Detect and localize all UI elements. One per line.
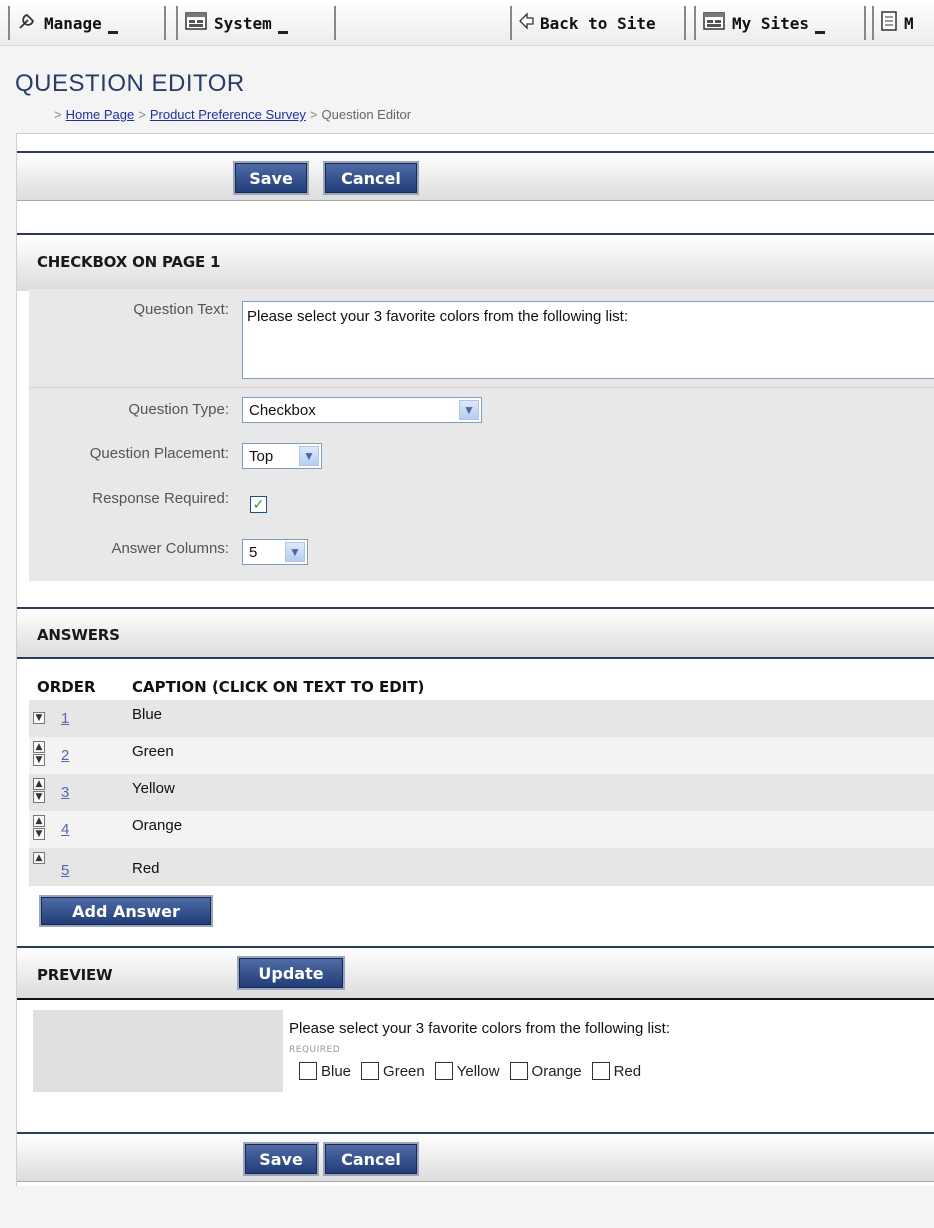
answer-caption[interactable]: Red: [132, 860, 160, 877]
checkbox-icon: [509, 1062, 528, 1080]
answer-caption[interactable]: Green: [132, 743, 174, 760]
chevron-down-icon: ▼: [299, 446, 319, 466]
editor-panel: Save Cancel CHECKBOX ON PAGE 1 Question …: [16, 133, 934, 1186]
add-answer-button[interactable]: Add Answer: [39, 895, 213, 927]
response-required-label: Response Required:: [92, 490, 229, 507]
move-up-icon[interactable]: ▲: [33, 852, 45, 864]
preview-option[interactable]: Green: [361, 1062, 425, 1080]
question-placement-select[interactable]: Top ▼: [242, 443, 322, 469]
preview-option[interactable]: Yellow: [434, 1062, 500, 1080]
cancel-button[interactable]: Cancel: [323, 161, 419, 195]
answer-columns-select[interactable]: 5 ▼: [242, 539, 308, 565]
order-link[interactable]: 3: [61, 784, 69, 801]
answer-caption[interactable]: Orange: [132, 817, 182, 834]
question-text-label: Question Text:: [133, 301, 229, 318]
checkbox-icon: [434, 1062, 453, 1080]
wrench-icon: [16, 10, 38, 36]
answer-caption[interactable]: Yellow: [132, 780, 175, 797]
checkbox-icon: [591, 1062, 610, 1080]
more-menu[interactable]: M: [872, 6, 934, 40]
system-menu[interactable]: System: [176, 6, 336, 40]
move-up-icon[interactable]: ▲: [33, 741, 45, 753]
question-text-input[interactable]: Please select your 3 favorite colors fro…: [242, 301, 934, 379]
breadcrumb: > Home Page > Product Preference Survey > Que…: [54, 107, 412, 122]
chevron-down-icon: [815, 24, 826, 34]
chevron-down-icon: ▼: [459, 400, 479, 420]
question-type-label: Question Type:: [128, 401, 229, 418]
breadcrumb-current: Question Editor: [321, 107, 412, 122]
preview-section-header: PREVIEW Update: [17, 946, 934, 1000]
preview-option[interactable]: Blue: [299, 1062, 351, 1080]
chevron-down-icon: ▼: [285, 542, 305, 562]
save-button[interactable]: Save: [243, 1142, 319, 1176]
order-link[interactable]: 2: [61, 747, 69, 764]
top-toolbar: Manage System Back to Site My Sites M: [0, 0, 934, 46]
column-header-caption: CAPTION (CLICK ON TEXT TO EDIT): [132, 678, 425, 696]
table-row: ▲ ▼ 2 Green: [29, 737, 934, 774]
my-sites-menu[interactable]: My Sites: [694, 6, 866, 40]
order-link[interactable]: 5: [61, 862, 69, 879]
divider: [29, 387, 934, 388]
preview-options: Blue Green Yellow Orange Red: [299, 1062, 651, 1080]
back-arrow-icon: [518, 12, 534, 34]
back-to-site-button[interactable]: Back to Site: [510, 6, 686, 40]
preview-area: Please select your 3 favorite colors fro…: [33, 1010, 934, 1092]
move-down-icon[interactable]: ▼: [33, 791, 45, 803]
preview-question: Please select your 3 favorite colors fro…: [289, 1020, 670, 1037]
cancel-button[interactable]: Cancel: [323, 1142, 419, 1176]
question-type-select[interactable]: Checkbox ▼: [242, 397, 482, 423]
top-action-bar: Save Cancel: [17, 151, 934, 201]
chevron-down-icon: [277, 24, 288, 34]
response-required-checkbox[interactable]: ✓: [250, 496, 267, 513]
move-down-icon[interactable]: ▼: [33, 828, 45, 840]
table-row: ▲ 5 Red: [29, 848, 934, 886]
answers-section-header: ANSWERS: [17, 607, 934, 659]
preview-content: Please select your 3 favorite colors fro…: [283, 1010, 934, 1092]
answer-columns-label: Answer Columns:: [111, 540, 229, 557]
page-icon: [880, 10, 898, 36]
window-icon: [184, 10, 208, 36]
save-button[interactable]: Save: [233, 161, 309, 195]
checkbox-icon: [361, 1062, 380, 1080]
move-down-icon[interactable]: ▼: [33, 712, 45, 724]
bottom-action-bar: Save Cancel: [17, 1132, 934, 1182]
update-button[interactable]: Update: [237, 956, 345, 990]
question-form: Question Text: Please select your 3 favo…: [29, 289, 934, 581]
move-up-icon[interactable]: ▲: [33, 778, 45, 790]
order-link[interactable]: 4: [61, 821, 69, 838]
order-link[interactable]: 1: [61, 710, 69, 727]
answers-table-header: ORDER CAPTION (CLICK ON TEXT TO EDIT): [29, 674, 934, 700]
table-row: ▲ ▼ 3 Yellow: [29, 774, 934, 811]
manage-menu[interactable]: Manage: [8, 6, 166, 40]
breadcrumb-survey-link[interactable]: Product Preference Survey: [150, 107, 306, 122]
column-header-order: ORDER: [37, 678, 96, 696]
page-title: QUESTION EDITOR: [15, 70, 245, 97]
required-note: REQUIRED: [289, 1045, 341, 1055]
section-title: ANSWERS: [37, 626, 120, 644]
question-placement-label: Question Placement:: [89, 445, 229, 462]
section-title: CHECKBOX ON PAGE 1: [37, 253, 221, 271]
chevron-down-icon: [107, 24, 118, 34]
section-title: PREVIEW: [37, 966, 113, 984]
move-up-icon[interactable]: ▲: [33, 815, 45, 827]
preview-option[interactable]: Orange: [509, 1062, 582, 1080]
preview-option[interactable]: Red: [591, 1062, 641, 1080]
checkbox-icon: [299, 1062, 317, 1080]
question-section-header: CHECKBOX ON PAGE 1: [17, 233, 934, 291]
answer-caption[interactable]: Blue: [132, 706, 162, 723]
window-icon: [702, 10, 726, 36]
move-down-icon[interactable]: ▼: [33, 754, 45, 766]
table-row: ▼ 1 Blue: [29, 700, 934, 737]
breadcrumb-home-link[interactable]: Home Page: [66, 107, 135, 122]
table-row: ▲ ▼ 4 Orange: [29, 811, 934, 848]
